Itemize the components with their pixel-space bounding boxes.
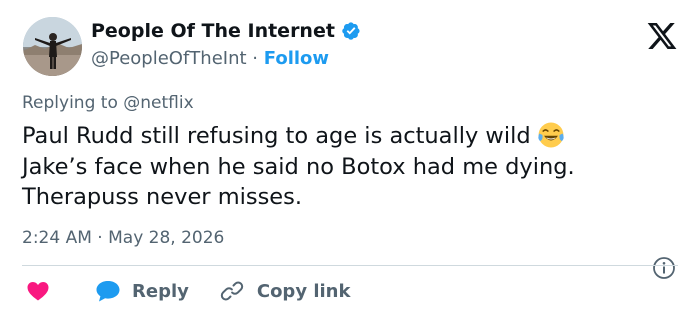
author-name-row: People Of The Internet [91, 20, 361, 42]
avatar-photo [23, 17, 82, 76]
copy-link-label: Copy link [256, 280, 351, 302]
verified-badge-icon [342, 22, 360, 40]
tweet-line-2: Jake’s face when he said no Botox had me… [22, 153, 575, 180]
reply-context: Replying to @netflix [22, 93, 194, 113]
tweet-date: May 28, 2026 [108, 228, 225, 248]
handle-separator: · [252, 48, 259, 69]
reply-label: Reply [132, 280, 189, 302]
tweet-line-3: Therapuss never misses. [22, 184, 303, 210]
copy-link-button[interactable]: Copy link [220, 279, 351, 303]
divider [22, 265, 678, 266]
link-icon [220, 281, 244, 301]
action-bar: Reply Copy link [22, 277, 350, 305]
x-logo-icon[interactable] [645, 20, 679, 52]
heart-icon [27, 282, 49, 301]
tweet-line-1-text: Paul Rudd still refusing to age is actua… [22, 123, 531, 149]
author-handle[interactable]: @PeopleOfTheInt [91, 48, 247, 69]
info-icon[interactable] [652, 256, 676, 280]
reply-button[interactable]: Reply [95, 279, 189, 303]
like-button[interactable] [26, 279, 50, 303]
tweet-line-1: Paul Rudd still refusing to age is actua… [22, 121, 682, 152]
comment-bubble-icon [96, 281, 120, 302]
tweet-text: Paul Rudd still refusing to age is actua… [22, 121, 682, 213]
timestamp-separator: · [97, 228, 103, 248]
face-with-tears-of-joy-icon [537, 122, 564, 148]
tweet-time: 2:24 AM [22, 228, 92, 248]
follow-button[interactable]: Follow [264, 48, 329, 69]
tweet-timestamp[interactable]: 2:24 AM · May 28, 2026 [22, 228, 224, 248]
author-handle-row: @PeopleOfTheInt · Follow [91, 48, 329, 69]
avatar[interactable] [23, 17, 82, 76]
author-name[interactable]: People Of The Internet [91, 20, 335, 42]
